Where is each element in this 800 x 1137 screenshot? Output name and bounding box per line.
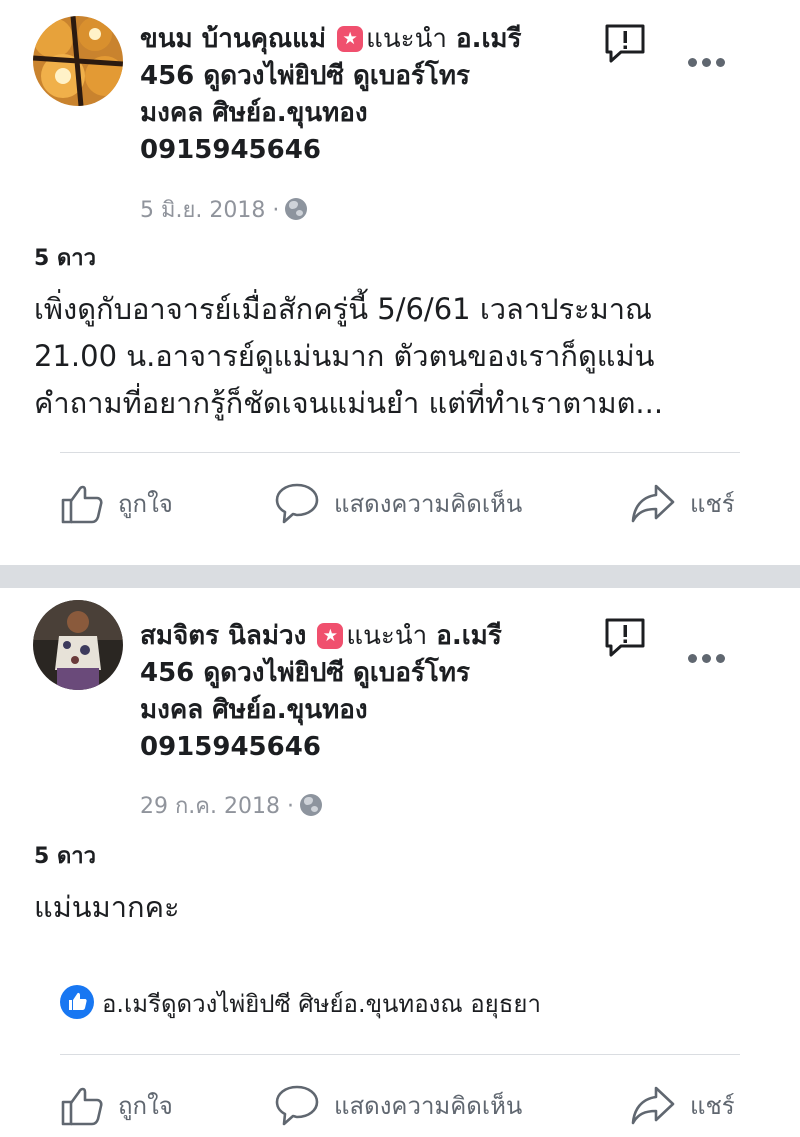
report-icon[interactable] — [603, 22, 647, 66]
comment-label: แสดงความคิดเห็น — [334, 1091, 523, 1120]
reactors-names: อ.เมรีดูดวงไพ่ยิปซี ศิษย์อ.ขุนทองณ อยุธย… — [102, 990, 541, 1018]
review-text[interactable]: เพิ่งดูกับอาจารย์เมื่อสักครู่นี้ 5/6/61 … — [34, 286, 774, 427]
more-options-icon[interactable] — [688, 56, 726, 68]
share-button[interactable]: แชร์ — [630, 478, 735, 528]
author-name[interactable]: สมจิตร นิลม่วง — [140, 621, 306, 651]
divider — [60, 452, 740, 453]
reactions-summary[interactable]: อ.เมรีดูดวงไพ่ยิปซี ศิษย์อ.ขุนทองณ อยุธย… — [60, 984, 541, 1023]
thumbs-up-icon — [61, 1087, 103, 1126]
share-button[interactable]: แชร์ — [630, 1080, 735, 1130]
page-name-line-1[interactable]: อ.เมรี — [436, 621, 501, 651]
post-meta: 5 มิ.ย. 2018 · — [140, 192, 308, 227]
action-bar: ถูกใจ แสดงความคิดเห็น แชร์ — [0, 1080, 800, 1130]
comment-bubble-icon — [275, 1085, 319, 1126]
comment-label: แสดงความคิดเห็น — [334, 489, 523, 518]
rating-label: 5 ดาว — [34, 246, 96, 271]
page-name-line-3[interactable]: มงคล ศิษย์อ.ขุนทอง — [140, 98, 368, 128]
page-name-line-4[interactable]: 0915945646 — [140, 732, 321, 762]
review-line: คำถามที่อยากรู้ก็ชัดเจนแม่นยำ แต่ที่ทำเร… — [34, 386, 664, 420]
globe-icon — [299, 794, 322, 816]
share-arrow-icon — [631, 1086, 675, 1125]
post-separator — [0, 565, 800, 588]
post-date[interactable]: 5 มิ.ย. 2018 · — [140, 198, 279, 223]
post-date[interactable]: 29 ก.ค. 2018 · — [140, 794, 294, 819]
more-options-icon[interactable] — [688, 652, 726, 664]
review-line: แม่นมากคะ — [34, 890, 180, 924]
like-reaction-icon — [60, 985, 94, 1019]
page-name-line-2[interactable]: 456 ดูดวงไพ่ยิปซี ดูเบอร์โทร — [140, 61, 470, 91]
divider — [60, 1054, 740, 1055]
page-name-line-4[interactable]: 0915945646 — [140, 135, 321, 165]
page-name-line-1[interactable]: อ.เมรี — [456, 24, 521, 54]
share-label: แชร์ — [690, 489, 735, 518]
star-badge-icon: ★ — [317, 623, 344, 649]
author-avatar[interactable] — [33, 16, 123, 106]
review-line: เพิ่งดูกับอาจารย์เมื่อสักครู่นี้ 5/6/61 … — [34, 292, 652, 326]
post-header: สมจิตร นิลม่วง ★ แนะนำ อ.เมรี 456 ดูดวงไพ… — [140, 618, 610, 766]
like-label: ถูกใจ — [118, 1091, 173, 1120]
review-post-2: สมจิตร นิลม่วง ★ แนะนำ อ.เมรี 456 ดูดวงไพ… — [0, 588, 800, 1137]
like-label: ถูกใจ — [118, 489, 173, 518]
post-header: ขนม บ้านคุณแม่ ★ แนะนำ อ.เมรี 456 ดูดวงไพ… — [140, 21, 610, 169]
share-arrow-icon — [631, 484, 675, 523]
page-name-line-2[interactable]: 456 ดูดวงไพ่ยิปซี ดูเบอร์โทร — [140, 658, 470, 688]
share-label: แชร์ — [690, 1091, 735, 1120]
comment-button[interactable]: แสดงความคิดเห็น — [274, 1080, 522, 1130]
post-meta: 29 ก.ค. 2018 · — [140, 788, 322, 823]
rating-label: 5 ดาว — [34, 844, 96, 869]
like-button[interactable]: ถูกใจ — [60, 1080, 173, 1130]
report-icon[interactable] — [603, 616, 647, 660]
action-bar: ถูกใจ แสดงความคิดเห็น แชร์ — [0, 478, 800, 528]
thumbs-up-icon — [61, 485, 103, 524]
star-badge-icon: ★ — [337, 26, 364, 52]
like-button[interactable]: ถูกใจ — [60, 478, 173, 528]
recommends-label: แนะนำ — [346, 621, 428, 651]
author-avatar[interactable] — [33, 600, 123, 690]
recommends-label: แนะนำ — [366, 24, 447, 54]
review-post-1: ขนม บ้านคุณแม่ ★ แนะนำ อ.เมรี 456 ดูดวงไพ… — [0, 0, 800, 565]
comment-button[interactable]: แสดงความคิดเห็น — [274, 478, 522, 528]
page-name-line-3[interactable]: มงคล ศิษย์อ.ขุนทอง — [140, 695, 368, 725]
comment-bubble-icon — [275, 483, 319, 524]
review-text[interactable]: แม่นมากคะ — [34, 884, 774, 931]
review-line: 21.00 น.อาจารย์ดูแม่นมาก ตัวตนของเราก็ดู… — [34, 339, 655, 373]
globe-icon — [285, 198, 308, 220]
author-name[interactable]: ขนม บ้านคุณแม่ — [140, 24, 326, 54]
